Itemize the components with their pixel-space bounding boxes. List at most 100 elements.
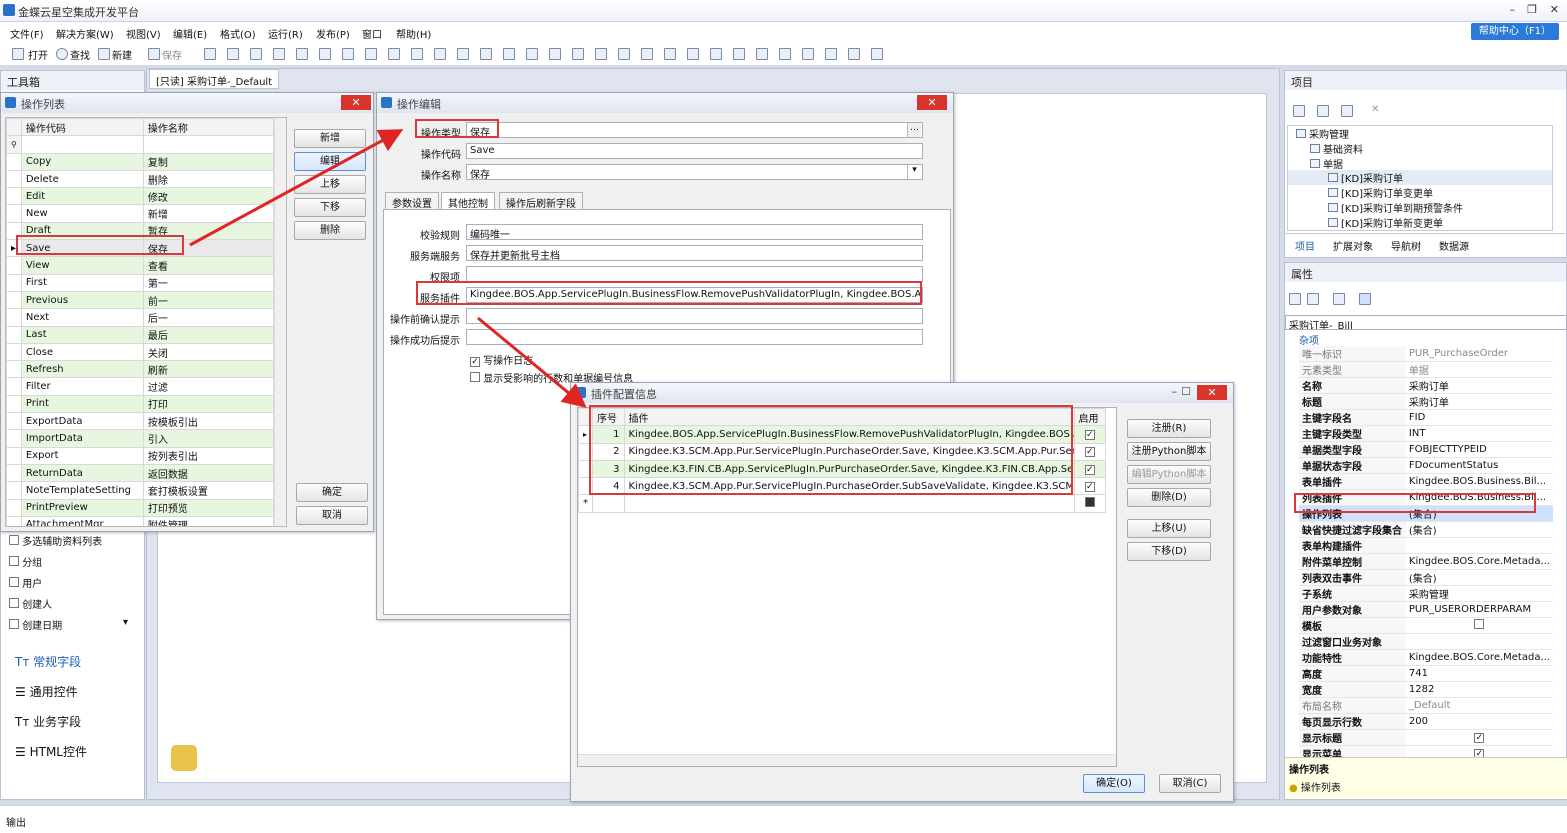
property-value[interactable]: (集合) [1405,505,1553,522]
project-tabs: 项目 扩展对象 导航树 数据源 [1285,233,1567,255]
tree-node[interactable]: 采购管理 [1288,126,1552,141]
tree-node[interactable]: [KD]采购订单新变更单 [1288,215,1552,230]
copy-icon[interactable] [1341,105,1353,117]
property-row[interactable]: 缺省快捷过滤字段集合 (集合) [1299,521,1553,538]
property-key: 缺省快捷过滤字段集合 [1299,521,1406,538]
desc-text: ● 操作列表 [1289,783,1341,794]
property-value[interactable]: 采购订单 [1405,393,1553,410]
property-value[interactable]: (集合) [1405,569,1553,586]
property-key: 主键字段名 [1299,409,1406,426]
project-tab[interactable]: 导航树 [1391,238,1421,253]
property-row[interactable]: 过滤窗口业务对象 [1299,633,1553,650]
property-value[interactable]: _Default [1405,697,1553,714]
property-value[interactable]: 741 [1405,665,1553,682]
property-row[interactable]: 模板 [1299,617,1553,634]
property-value[interactable]: INT [1405,425,1553,442]
property-key: 元素类型 [1299,361,1406,378]
property-row[interactable]: 每页显示行数 200 [1299,713,1553,730]
property-value[interactable]: (集合) [1405,521,1553,538]
property-key: 附件菜单控制 [1299,553,1406,570]
property-key: 显示标题 [1299,729,1406,746]
property-row[interactable]: 宽度 1282 [1299,681,1553,698]
property-value[interactable]: 200 [1405,713,1553,730]
property-row[interactable]: 名称 采购订单 [1299,377,1553,394]
object-selector[interactable]: 采购订单-_Bill [1285,315,1567,330]
property-key: 单据类型字段 [1299,441,1406,458]
property-key: 模板 [1299,617,1406,634]
property-row[interactable]: 布局名称 _Default [1299,697,1553,714]
property-key: 标题 [1299,393,1406,410]
property-value[interactable]: FID [1405,409,1553,426]
props-title: 属性 [1285,263,1566,282]
property-row[interactable]: 元素类型 单据 [1299,361,1553,378]
help-icon: ● [1289,783,1298,794]
property-row[interactable]: 列表双击事件 (集合) [1299,569,1553,586]
props-group: 杂项 [1299,336,1319,347]
property-value[interactable]: FDocumentStatus [1405,457,1553,474]
property-value[interactable]: Kingdee.BOS.Business.Bil... [1405,489,1553,506]
events-icon[interactable] [1359,293,1371,305]
folder-icon [1310,158,1320,168]
project-tab[interactable]: 数据源 [1439,238,1469,253]
folder-icon [1328,217,1338,227]
tree-node[interactable]: 单据 [1288,156,1552,171]
property-row[interactable]: 表单插件 Kingdee.BOS.Business.Bil... [1299,473,1553,490]
sort-icon[interactable] [1307,293,1319,305]
property-row[interactable]: 单据类型字段 FOBJECTTYPEID [1299,441,1553,458]
property-value[interactable]: ✓ [1405,729,1553,746]
property-row[interactable]: 功能特性 Kingdee.BOS.Core.Metada... [1299,649,1553,666]
property-value[interactable]: PUR_USERORDERPARAM [1405,601,1553,618]
project-tab[interactable]: 扩展对象 [1333,238,1373,253]
property-key: 单据状态字段 [1299,457,1406,474]
property-value[interactable]: Kingdee.BOS.Core.Metada... [1405,553,1553,570]
property-value[interactable]: PUR_PurchaseOrder [1405,346,1553,362]
close-icon[interactable]: ✕ [1371,104,1379,115]
property-value[interactable]: 采购管理 [1405,585,1553,602]
tree-node[interactable]: [KD]采购订单变更单 [1288,185,1552,200]
property-value[interactable]: FOBJECTTYPEID [1405,441,1553,458]
tree-node[interactable]: [KD]采购订单到期预警条件 [1288,200,1552,215]
property-key: 唯一标识 [1299,346,1406,362]
desc-title: 操作列表 [1289,765,1329,776]
property-value[interactable]: Kingdee.BOS.Business.Bil... [1405,473,1553,490]
property-row[interactable]: 表单构建插件 [1299,537,1553,554]
refresh-icon[interactable] [1293,105,1305,117]
property-row[interactable]: 附件菜单控制 Kingdee.BOS.Core.Metada... [1299,553,1553,570]
property-key: 高度 [1299,665,1406,682]
property-row[interactable]: 操作列表 (集合) [1299,505,1553,522]
output-bar: 输出 [0,805,1567,833]
property-value[interactable] [1405,633,1553,650]
property-value[interactable] [1405,537,1553,554]
property-key: 布局名称 [1299,697,1406,714]
property-row[interactable]: 列表插件 Kingdee.BOS.Business.Bil... [1299,489,1553,506]
tree-node[interactable]: 基础资料 [1288,141,1552,156]
property-value[interactable]: 1282 [1405,681,1553,698]
project-tree: 采购管理 基础资料 单据 [KD]采购订单 [KD]采购订单变更单 [KD]采购订单到期预… [1287,125,1553,231]
props-toolbar [1285,291,1565,311]
property-key: 用户参数对象 [1299,601,1406,618]
property-row[interactable]: 显示标题 ✓ [1299,729,1553,746]
property-row[interactable]: 标题 采购订单 [1299,393,1553,410]
property-value[interactable]: Kingdee.BOS.Core.Metada... [1405,649,1553,666]
property-row[interactable]: 用户参数对象 PUR_USERORDERPARAM [1299,601,1553,618]
property-row[interactable]: 唯一标识 PUR_PurchaseOrder [1299,346,1553,362]
project-tab[interactable]: 项目 [1295,238,1315,253]
property-row[interactable]: 高度 741 [1299,665,1553,682]
property-value[interactable] [1405,617,1553,634]
property-key: 列表双击事件 [1299,569,1406,586]
property-row[interactable]: 子系统 采购管理 [1299,585,1553,602]
window-icon[interactable] [1317,105,1329,117]
property-row[interactable]: 主键字段类型 INT [1299,425,1553,442]
property-row[interactable]: 主键字段名 FID [1299,409,1553,426]
checkbox-icon [1474,619,1485,629]
property-key: 名称 [1299,377,1406,394]
property-value[interactable]: 单据 [1405,361,1553,378]
tree-node[interactable]: [KD]采购订单 [1288,170,1552,185]
props-grid: 唯一标识 PUR_PurchaseOrder 元素类型 单据 名称 采购订单 标题 采购订单主… [1299,346,1553,778]
output-tab[interactable]: 输出 [6,814,26,829]
folder-icon [1328,202,1338,212]
property-pages-icon[interactable] [1333,293,1345,305]
property-value[interactable]: 采购订单 [1405,377,1553,394]
categorized-icon[interactable] [1289,293,1301,305]
property-row[interactable]: 单据状态字段 FDocumentStatus [1299,457,1553,474]
